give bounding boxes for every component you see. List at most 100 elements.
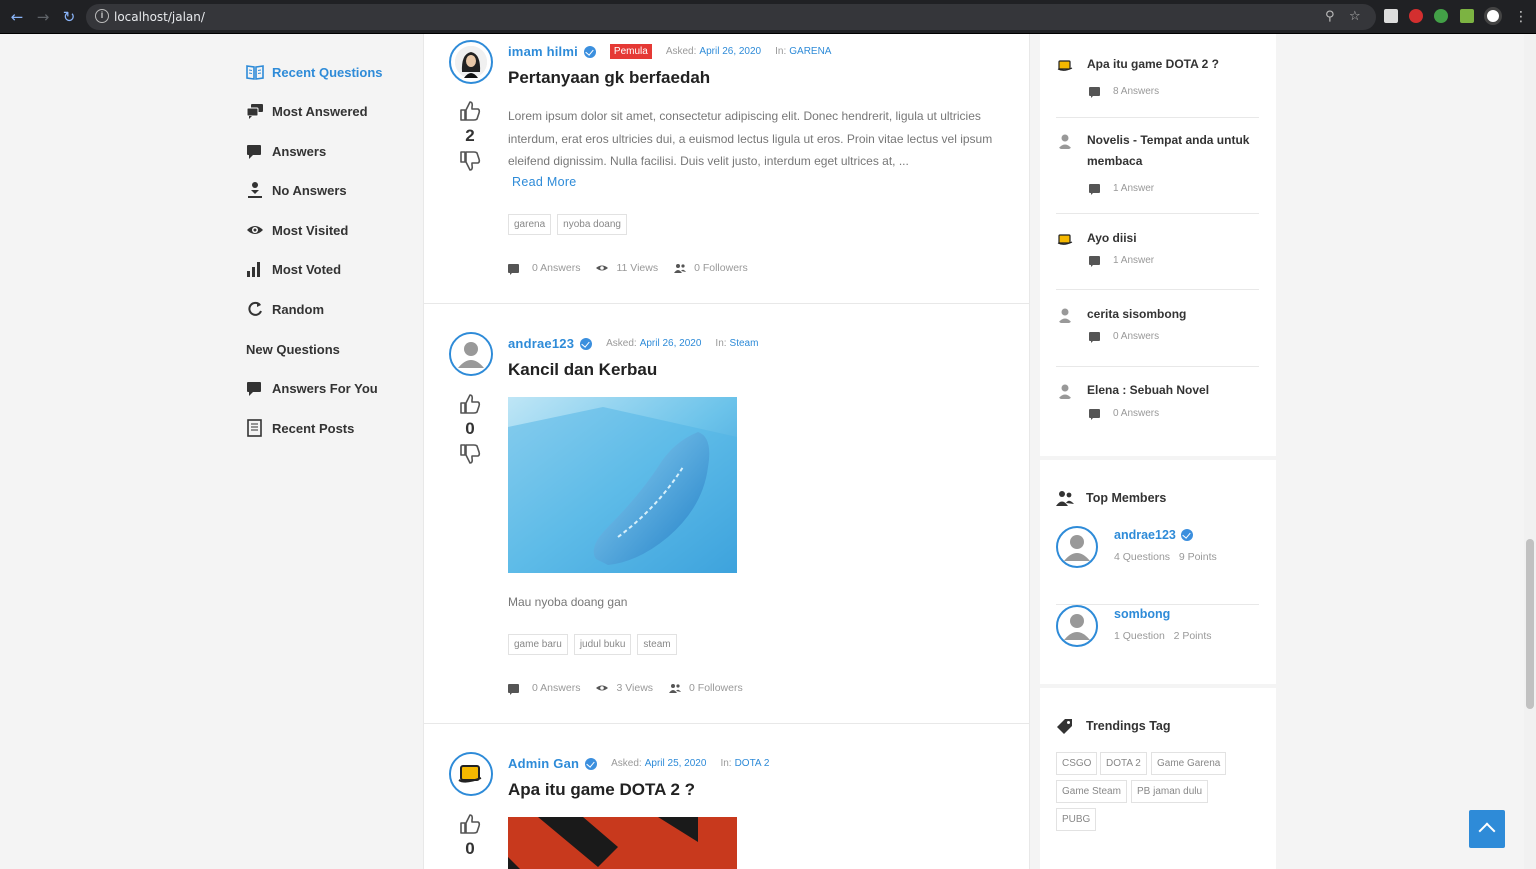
nav-label: Answers (272, 143, 327, 159)
back-to-top-button[interactable] (1469, 810, 1505, 848)
avatar[interactable] (1056, 56, 1074, 74)
verified-icon (580, 337, 593, 350)
trending-tag[interactable]: PUBG (1056, 808, 1097, 831)
member-item: andrae123 4 Questions 9 Points (1056, 526, 1259, 605)
question-date[interactable]: April 26, 2020 (640, 338, 702, 349)
trending-tag[interactable]: Game Garena (1151, 752, 1227, 775)
zoom-icon[interactable]: ⚲ (1325, 9, 1335, 24)
nav-answers-for-you[interactable]: Answers For You (246, 377, 378, 399)
forward-arrow-icon[interactable]: → (34, 8, 52, 26)
nav-most-visited[interactable]: Most Visited (246, 219, 348, 241)
thumbs-down-icon[interactable] (459, 150, 481, 172)
nav-no-answers[interactable]: No Answers (246, 179, 347, 201)
browser-toolbar: ← → ↻ i localhost/jalan/ ⚲ ☆ ⋮ (0, 0, 1536, 34)
question-title[interactable]: Kancil dan Kerbau (508, 360, 657, 380)
globe-extension-icon[interactable] (1434, 9, 1448, 23)
nav-label: Answers For You (272, 380, 378, 396)
category-link[interactable]: DOTA 2 (735, 758, 770, 769)
avatar[interactable] (1056, 132, 1074, 150)
tag[interactable]: judul buku (573, 634, 632, 655)
nav-new-questions[interactable]: New Questions (246, 338, 340, 360)
avatar[interactable] (449, 332, 493, 376)
profile-icon[interactable] (1484, 7, 1502, 25)
nav-recent-questions[interactable]: Recent Questions (246, 61, 383, 83)
star-icon[interactable]: ☆ (1349, 9, 1361, 24)
thumbs-up-icon[interactable] (459, 100, 481, 122)
question-title[interactable]: Pertanyaan gk berfaedah (508, 68, 710, 88)
question-meta: andrae123 Asked: April 26, 2020 In: Stea… (508, 336, 772, 351)
camera-extension-icon[interactable] (1384, 9, 1398, 23)
thumbs-up-icon[interactable] (459, 813, 481, 835)
person-down-icon (246, 181, 264, 199)
answers-stat[interactable]: 0 Answers (508, 262, 580, 275)
member-points: 9 Points (1178, 551, 1217, 563)
related-question-title[interactable]: Ayo diisi (1087, 228, 1257, 249)
thumbs-down-icon[interactable] (459, 443, 481, 465)
avatar[interactable] (449, 40, 493, 84)
avatar[interactable] (449, 752, 493, 796)
related-question-title[interactable]: cerita sisombong (1087, 304, 1257, 325)
member-stats: 1 Question 2 Points (1114, 630, 1212, 642)
category-link[interactable]: GARENA (789, 46, 831, 57)
widget-title: Top Members (1056, 490, 1166, 506)
trending-tag[interactable]: DOTA 2 (1100, 752, 1147, 775)
trending-tag[interactable]: Game Steam (1056, 780, 1127, 803)
puzzle-extension-icon[interactable] (1460, 9, 1474, 23)
address-bar[interactable]: i localhost/jalan/ ⚲ ☆ (86, 4, 1376, 30)
info-icon[interactable]: i (95, 9, 109, 23)
category-label: In: (720, 758, 732, 769)
answers-stat[interactable]: 0 Answers (508, 682, 580, 695)
nav-most-answered[interactable]: Most Answered (246, 100, 368, 122)
related-question-title[interactable]: Apa itu game DOTA 2 ? (1087, 54, 1257, 75)
avatar[interactable] (1056, 526, 1098, 568)
question-title[interactable]: Apa itu game DOTA 2 ? (508, 780, 695, 800)
nav-answers[interactable]: Answers (246, 140, 326, 162)
questions-feed: imam hilmi Pemula Asked: April 26, 2020 … (423, 34, 1030, 869)
read-more-link[interactable]: Read More (512, 175, 577, 189)
question-image[interactable] (508, 817, 737, 869)
question-tags: garena nyoba doang (508, 214, 633, 235)
nav-most-voted[interactable]: Most Voted (246, 258, 341, 280)
tag[interactable]: garena (508, 214, 552, 235)
category-link[interactable]: Steam (730, 338, 759, 349)
vote-count: 0 (465, 839, 475, 858)
menu-dots-icon[interactable]: ⋮ (1512, 8, 1530, 26)
member-name[interactable]: andrae123 (1114, 528, 1193, 542)
tag[interactable]: nyoba doang (557, 214, 627, 235)
tag[interactable]: game baru (508, 634, 568, 655)
member-name[interactable]: sombong (1114, 607, 1170, 621)
default-avatar-icon (451, 334, 491, 374)
related-question-title[interactable]: Elena : Sebuah Novel (1087, 380, 1257, 401)
comment-icon (1089, 332, 1100, 343)
views-count: 3 Views (616, 682, 654, 694)
trending-tag[interactable]: CSGO (1056, 752, 1098, 775)
question-card: imam hilmi Pemula Asked: April 26, 2020 … (424, 34, 1029, 304)
trending-tag[interactable]: PB jaman dulu (1131, 780, 1209, 803)
thumbs-up-icon[interactable] (459, 393, 481, 415)
right-sidebar: Apa itu game DOTA 2 ? 8 Answers Novelis … (1040, 34, 1276, 869)
author-link[interactable]: imam hilmi (508, 44, 578, 59)
verified-icon (585, 757, 598, 770)
dota-logo-image-icon (508, 817, 737, 869)
followers-stat: 0 Followers (669, 682, 743, 694)
question-date[interactable]: April 26, 2020 (699, 46, 761, 57)
reload-icon[interactable]: ↻ (60, 8, 78, 26)
nav-random[interactable]: Random (246, 298, 324, 320)
question-card: Admin Gan Asked: April 25, 2020 In: DOTA… (424, 724, 1029, 869)
avatar[interactable] (1056, 605, 1098, 647)
author-link[interactable]: andrae123 (508, 336, 574, 351)
question-image[interactable] (508, 397, 737, 573)
avatar[interactable] (1056, 382, 1074, 400)
mail-extension-icon[interactable] (1409, 9, 1423, 23)
question-date[interactable]: April 25, 2020 (645, 758, 707, 769)
tag[interactable]: steam (637, 634, 677, 655)
avatar[interactable] (1056, 306, 1074, 324)
scrollbar-thumb[interactable] (1526, 539, 1534, 709)
back-arrow-icon[interactable]: ← (8, 8, 26, 26)
page-scrollbar[interactable] (1524, 34, 1536, 869)
nav-recent-posts[interactable]: Recent Posts (246, 417, 354, 439)
eye-icon (596, 265, 609, 271)
avatar[interactable] (1056, 230, 1074, 248)
author-link[interactable]: Admin Gan (508, 756, 579, 771)
related-question-title[interactable]: Novelis - Tempat anda untuk membaca (1087, 130, 1257, 172)
